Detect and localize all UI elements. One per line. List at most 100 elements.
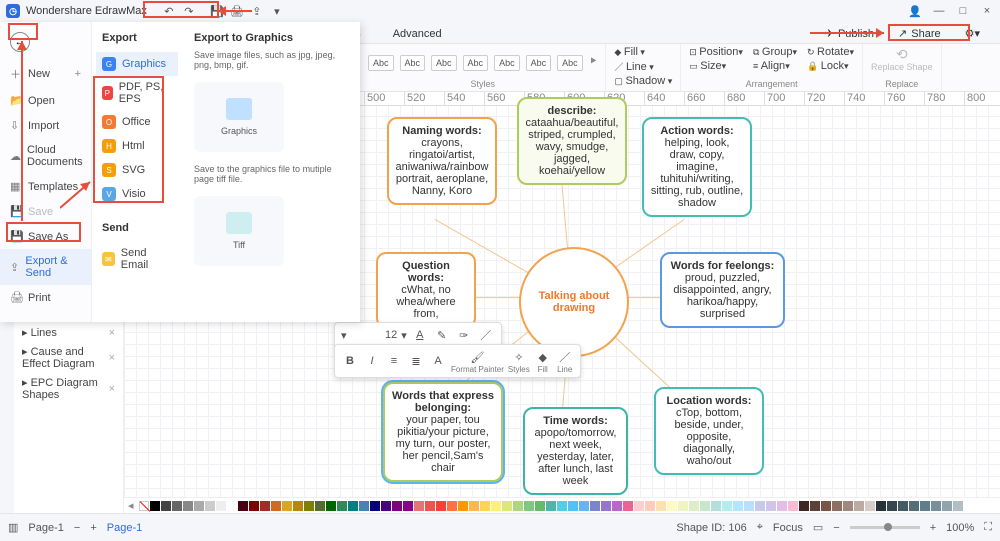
file-menu-item[interactable]: 📂Open	[0, 88, 91, 113]
color-palette[interactable]: ◂	[124, 497, 1000, 513]
file-menu-item[interactable]: ＋New+	[0, 60, 91, 88]
node-time[interactable]: Time words:apopo/tomorrow, next week, ye…	[523, 407, 628, 495]
node-location[interactable]: Location words:cTop, bottom, beside, und…	[654, 387, 764, 475]
color-swatch[interactable]	[788, 501, 798, 511]
color-swatch[interactable]	[249, 501, 259, 511]
file-menu-item[interactable]: ☁Cloud Documents	[0, 138, 91, 174]
color-swatch[interactable]	[601, 501, 611, 511]
color-swatch[interactable]	[524, 501, 534, 511]
color-swatch[interactable]	[403, 501, 413, 511]
line-style-icon[interactable]: ／	[477, 326, 495, 344]
line-menu[interactable]: ／ Line ▾	[614, 60, 672, 73]
pages-icon[interactable]: ▥	[8, 521, 18, 534]
fill-icon[interactable]: ◆	[534, 348, 552, 366]
color-swatch[interactable]	[799, 501, 809, 511]
color-swatch[interactable]	[271, 501, 281, 511]
style-preset[interactable]: Abc	[557, 55, 583, 71]
highlight-icon[interactable]: ✎	[433, 326, 451, 344]
zoom-in[interactable]: +	[930, 522, 936, 534]
size-menu[interactable]: ▭ Size▾	[689, 60, 743, 72]
color-swatch[interactable]	[425, 501, 435, 511]
page-add[interactable]: +	[90, 522, 96, 534]
file-menu-item[interactable]: ⇩Import	[0, 113, 91, 138]
color-swatch[interactable]	[535, 501, 545, 511]
rotate-menu[interactable]: ↻ Rotate▾	[807, 46, 854, 58]
export-format-item[interactable]: OOffice	[96, 110, 178, 134]
floating-format-toolbar-2[interactable]: B I ≡ ≣ A 🖌 Format Painter ✧ Styles ◆ Fi…	[334, 344, 581, 378]
no-color-swatch[interactable]	[139, 501, 149, 511]
color-swatch[interactable]	[722, 501, 732, 511]
color-swatch[interactable]	[568, 501, 578, 511]
style-preset[interactable]: Abc	[368, 55, 394, 71]
shape-category[interactable]: ▸ Cause and Effect Diagram×	[14, 342, 123, 373]
color-swatch[interactable]	[733, 501, 743, 511]
save-icon[interactable]: 💾	[209, 3, 225, 19]
file-menu-item[interactable]: ▦Templates	[0, 174, 91, 199]
export-format-item[interactable]: PPDF, PS, EPS	[96, 76, 178, 110]
color-swatch[interactable]	[381, 501, 391, 511]
color-swatch[interactable]	[612, 501, 622, 511]
color-swatch[interactable]	[480, 501, 490, 511]
color-swatch[interactable]	[689, 501, 699, 511]
node-question[interactable]: Question words:cWhat, no whea/where from…	[376, 252, 476, 328]
color-swatch[interactable]	[436, 501, 446, 511]
format-painter-icon[interactable]: 🖌	[468, 348, 486, 366]
focus-label[interactable]: Focus	[773, 522, 803, 534]
color-swatch[interactable]	[326, 501, 336, 511]
font-color-icon[interactable]: A	[411, 326, 429, 344]
color-swatch[interactable]	[293, 501, 303, 511]
maximize-icon[interactable]: □	[956, 5, 970, 18]
node-center[interactable]: Talking about drawing	[519, 247, 629, 357]
color-swatch[interactable]	[931, 501, 941, 511]
style-preset[interactable]: Abc	[431, 55, 457, 71]
color-swatch[interactable]	[876, 501, 886, 511]
line-icon[interactable]: ／	[556, 348, 574, 366]
color-swatch[interactable]	[711, 501, 721, 511]
export-format-item[interactable]: VVisio	[96, 182, 178, 206]
color-swatch[interactable]	[832, 501, 842, 511]
color-swatch[interactable]	[909, 501, 919, 511]
lock-menu[interactable]: 🔒 Lock▾	[807, 60, 854, 72]
export-format-item[interactable]: GGraphics	[96, 52, 178, 76]
page-remove[interactable]: −	[74, 522, 80, 534]
color-swatch[interactable]	[766, 501, 776, 511]
align-center-icon[interactable]: ≣	[407, 352, 425, 370]
replace-shape-button[interactable]: Replace Shape	[871, 63, 933, 72]
color-swatch[interactable]	[513, 501, 523, 511]
color-swatch[interactable]	[502, 501, 512, 511]
undo-icon[interactable]: ↶	[161, 3, 177, 19]
bold-icon[interactable]: B	[341, 352, 359, 370]
color-swatch[interactable]	[546, 501, 556, 511]
color-swatch[interactable]	[579, 501, 589, 511]
color-swatch[interactable]	[887, 501, 897, 511]
file-menu-item[interactable]: 💾Save As	[0, 224, 91, 249]
font-icon[interactable]: A	[429, 352, 447, 370]
color-swatch[interactable]	[865, 501, 875, 511]
node-feelings[interactable]: Words for feelongs:proud, puzzled, disap…	[660, 252, 785, 328]
close-icon[interactable]: ×	[980, 5, 994, 18]
color-swatch[interactable]	[898, 501, 908, 511]
color-swatch[interactable]	[337, 501, 347, 511]
color-swatch[interactable]	[150, 501, 160, 511]
align-left-icon[interactable]: ≡	[385, 352, 403, 370]
color-swatch[interactable]	[348, 501, 358, 511]
italic-icon[interactable]: I	[363, 352, 381, 370]
color-swatch[interactable]	[260, 501, 270, 511]
color-swatch[interactable]	[359, 501, 369, 511]
export-format-item[interactable]: HHtml	[96, 134, 178, 158]
color-swatch[interactable]	[821, 501, 831, 511]
shape-category[interactable]: ▸ EPC Diagram Shapes×	[14, 373, 123, 404]
color-swatch[interactable]	[227, 501, 237, 511]
file-menu-item[interactable]: 🖨Print	[0, 285, 91, 310]
color-swatch[interactable]	[172, 501, 182, 511]
align-menu[interactable]: ≡ Align▾	[753, 60, 797, 72]
page-link[interactable]: Page-1	[107, 522, 142, 534]
print-icon[interactable]: 🖨	[229, 3, 245, 19]
color-swatch[interactable]	[216, 501, 226, 511]
color-swatch[interactable]	[183, 501, 193, 511]
color-swatch[interactable]	[238, 501, 248, 511]
qat-more-icon[interactable]: ▾	[269, 3, 285, 19]
color-swatch[interactable]	[810, 501, 820, 511]
file-menu-item[interactable]: 💾Save	[0, 199, 91, 224]
color-swatch[interactable]	[392, 501, 402, 511]
